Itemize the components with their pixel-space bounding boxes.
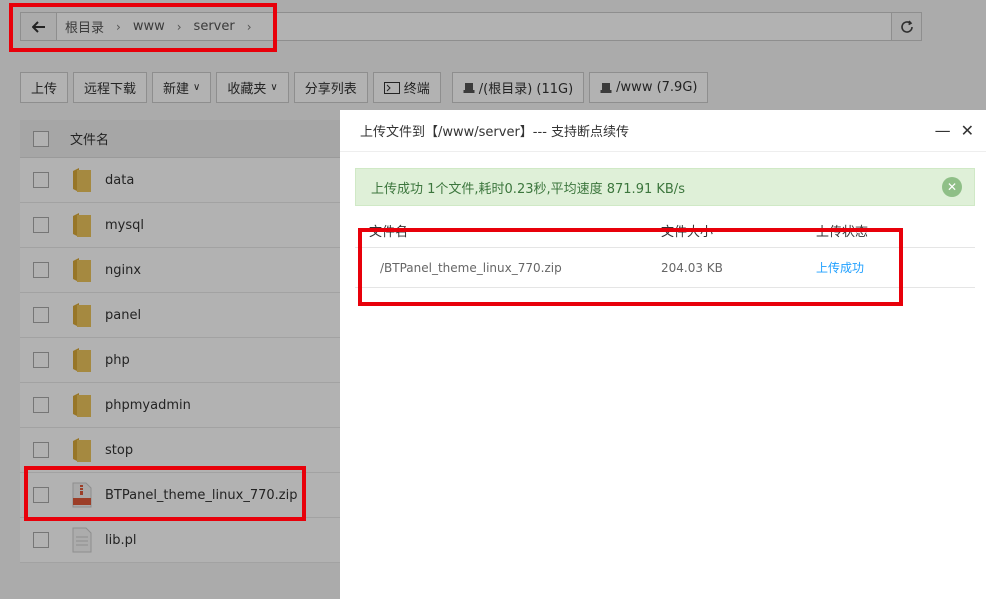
minimize-icon[interactable]: —	[935, 122, 951, 140]
dialog-title: 上传文件到【/www/server】--- 支持断点续传	[360, 125, 630, 140]
success-message: 上传成功 1个文件,耗时0.23秒,平均速度 871.91 KB/s	[371, 181, 685, 197]
highlight-breadcrumb	[9, 3, 277, 52]
highlight-zip-file	[24, 466, 306, 521]
highlight-upload-row	[358, 228, 903, 306]
close-icon[interactable]: ✕	[961, 122, 974, 140]
success-alert: 上传成功 1个文件,耗时0.23秒,平均速度 871.91 KB/s ✕	[355, 168, 975, 206]
upload-dialog: 上传文件到【/www/server】--- 支持断点续传 — ✕ 上传成功 1个…	[340, 110, 986, 599]
close-circle-icon[interactable]: ✕	[942, 177, 962, 197]
dialog-header: 上传文件到【/www/server】--- 支持断点续传 — ✕	[340, 110, 986, 152]
